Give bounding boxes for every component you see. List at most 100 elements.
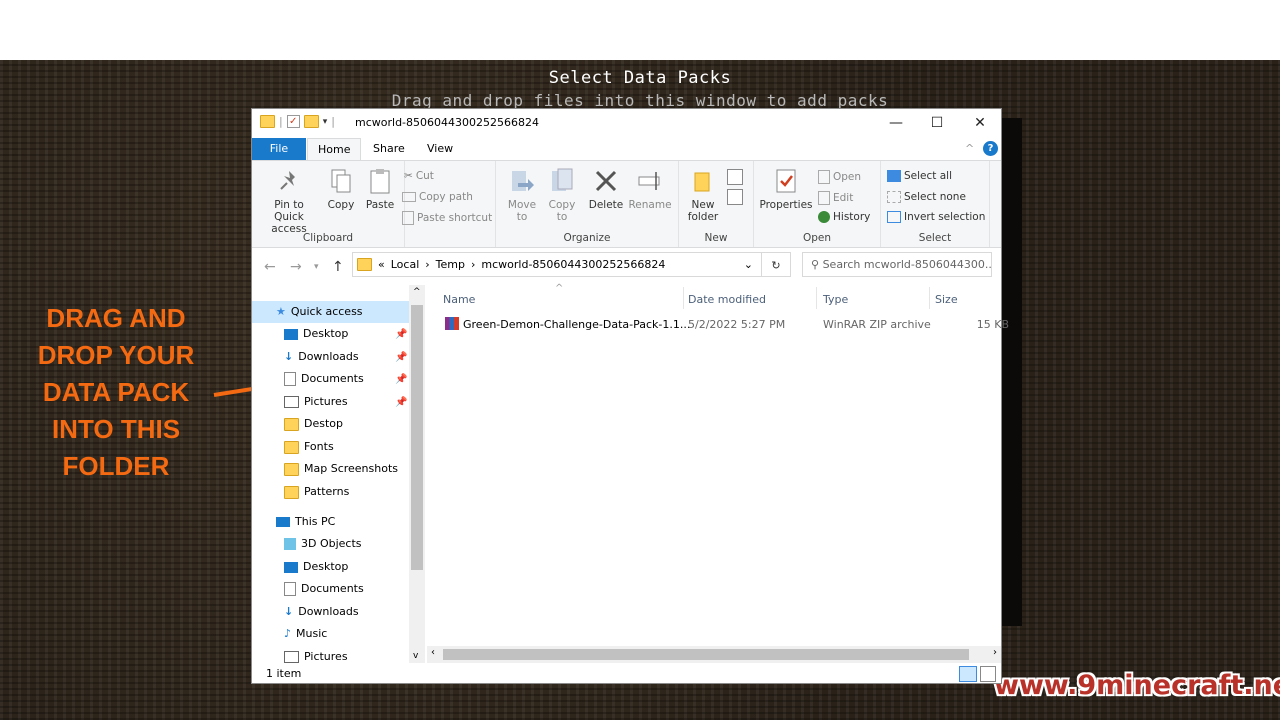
horizontal-scrollbar[interactable]: ‹ › <box>427 646 1001 663</box>
back-arrow-icon[interactable]: ← <box>264 259 276 275</box>
scroll-down-icon[interactable]: v <box>413 651 418 661</box>
tab-home[interactable]: Home <box>307 138 362 161</box>
open-label: Open <box>802 232 832 244</box>
breadcrumb-overflow[interactable]: « <box>378 258 385 271</box>
music-note-icon: ♪ <box>284 627 292 640</box>
copy-button[interactable]: Copy <box>324 167 358 211</box>
nav-desktop[interactable]: Desktop <box>284 323 348 345</box>
edit-button[interactable]: Edit <box>818 191 853 205</box>
nav-pc-documents[interactable]: Documents <box>284 578 364 600</box>
paste-button[interactable]: Paste <box>363 167 397 211</box>
breadcrumb-current[interactable]: mcworld-8506044300252566824 <box>481 258 665 271</box>
nav-3d-objects[interactable]: 3D Objects <box>284 533 362 555</box>
select-none-button[interactable]: Select none <box>887 191 966 203</box>
new-folder-button[interactable]: New folder <box>683 167 723 223</box>
refresh-button[interactable]: ↻ <box>761 252 791 277</box>
folder-icon <box>284 440 299 454</box>
easy-access-icon[interactable] <box>727 189 743 205</box>
history-button[interactable]: History <box>818 211 870 223</box>
select-data-packs-title: Select Data Packs <box>548 68 732 88</box>
tab-file[interactable]: File <box>252 138 306 160</box>
large-icons-view-icon[interactable] <box>980 666 996 682</box>
clipboard-group: Pin to Quick access Copy Paste Clipboard <box>252 161 405 247</box>
rename-button[interactable]: Rename <box>628 167 672 211</box>
nav-quick-access[interactable]: ★ Quick access <box>252 301 409 323</box>
ribbon: Pin to Quick access Copy Paste Clipboard… <box>252 160 1001 248</box>
open-group: Properties Open Edit History Open <box>754 161 881 247</box>
breadcrumb-separator-icon: › <box>425 258 430 271</box>
pin-quick-access-button[interactable]: Pin to Quick access <box>258 167 320 235</box>
column-size[interactable]: Size <box>935 293 958 306</box>
rename-label: Rename <box>628 199 672 211</box>
nav-scroll-thumb[interactable] <box>411 305 423 570</box>
search-icon: ⚲ <box>811 258 820 271</box>
select-all-icon <box>887 170 901 182</box>
nav-pc-pictures[interactable]: Pictures <box>284 646 348 663</box>
details-view-icon[interactable] <box>959 666 977 682</box>
scroll-left-icon[interactable]: ‹ <box>431 647 435 658</box>
tab-share[interactable]: Share <box>363 138 415 160</box>
move-to-button[interactable]: Move to <box>502 167 542 223</box>
scroll-right-icon[interactable]: › <box>993 647 997 658</box>
cube-icon <box>284 538 296 550</box>
up-arrow-icon[interactable]: ↑ <box>332 259 344 275</box>
nav-pc-downloads[interactable]: ↓ Downloads <box>284 601 359 623</box>
breadcrumb-temp[interactable]: Temp <box>436 258 465 271</box>
invert-selection-button[interactable]: Invert selection <box>887 211 985 223</box>
search-input[interactable]: ⚲ Search mcworld-8506044300... <box>802 252 992 277</box>
copy-to-button[interactable]: Copy to <box>542 167 582 223</box>
column-name[interactable]: Name <box>443 293 475 306</box>
forward-arrow-icon[interactable]: → <box>290 259 302 275</box>
nav-this-pc[interactable]: This PC <box>276 511 335 533</box>
collapse-ribbon-icon[interactable]: ^ <box>965 142 974 155</box>
nav-label: Desktop <box>303 327 349 340</box>
nav-pictures[interactable]: Pictures <box>284 391 348 413</box>
properties-check-icon[interactable]: ✓ <box>286 115 300 128</box>
select-all-button[interactable]: Select all <box>887 170 952 182</box>
breadcrumb-local[interactable]: Local <box>391 258 420 271</box>
delete-button[interactable]: Delete <box>588 167 624 211</box>
move-to-icon <box>512 171 534 191</box>
desktop-icon <box>284 561 298 573</box>
annotation-line: DATA PACK <box>42 377 190 407</box>
open-label: Open <box>833 171 862 183</box>
address-dropdown-icon[interactable]: ⌄ <box>744 258 753 271</box>
window-title: mcworld-8506044300252566824 <box>355 116 539 129</box>
new-folder-icon[interactable] <box>303 115 319 128</box>
select-label: Select <box>918 232 952 244</box>
new-folder-icon <box>694 172 710 192</box>
address-bar[interactable]: « Local › Temp › mcworld-850604430025256… <box>352 252 762 277</box>
nav-map-screenshots[interactable]: Map Screenshots <box>284 458 398 480</box>
winrar-archive-icon <box>445 317 459 330</box>
column-type[interactable]: Type <box>823 293 848 306</box>
new-item-icon[interactable] <box>727 169 743 185</box>
recent-locations-icon[interactable]: ▾ <box>314 262 319 272</box>
nav-pc-desktop[interactable]: Desktop <box>284 556 348 578</box>
annotation-line: DRAG AND <box>46 303 186 333</box>
nav-destop[interactable]: Destop <box>284 413 343 435</box>
table-row[interactable]: Green-Demon-Challenge-Data-Pack-1.1... 5… <box>439 315 1009 335</box>
customize-toolbar-icon[interactable]: ▾ <box>323 117 328 127</box>
tab-view[interactable]: View <box>417 138 463 160</box>
nav-downloads[interactable]: ↓ Downloads <box>284 346 359 368</box>
help-icon[interactable]: ? <box>983 141 998 156</box>
nav-documents[interactable]: Documents <box>284 368 364 390</box>
ribbon-tabs: File Home Share View ^ ? <box>252 138 1001 161</box>
file-list: ^ Name Date modified Type Size Green-Dem… <box>427 283 1009 663</box>
breadcrumb-separator-icon: › <box>470 258 476 271</box>
delete-icon <box>595 170 617 192</box>
nav-music[interactable]: ♪ Music <box>284 623 327 645</box>
copy-to-label: Copy to <box>548 199 576 223</box>
close-button[interactable]: ✕ <box>960 109 1000 137</box>
column-date-modified[interactable]: Date modified <box>688 293 766 306</box>
nav-fonts[interactable]: Fonts <box>284 436 334 458</box>
nav-label: Fonts <box>304 440 334 453</box>
nav-scrollbar[interactable]: ^ v <box>409 285 425 663</box>
horizontal-scroll-thumb[interactable] <box>443 649 969 660</box>
scroll-up-icon[interactable]: ^ <box>413 287 421 297</box>
open-button[interactable]: Open <box>818 170 861 184</box>
maximize-button[interactable]: ☐ <box>917 109 957 137</box>
nav-patterns[interactable]: Patterns <box>284 481 349 503</box>
minimize-button[interactable]: — <box>876 109 916 137</box>
properties-button[interactable]: Properties <box>758 167 814 211</box>
